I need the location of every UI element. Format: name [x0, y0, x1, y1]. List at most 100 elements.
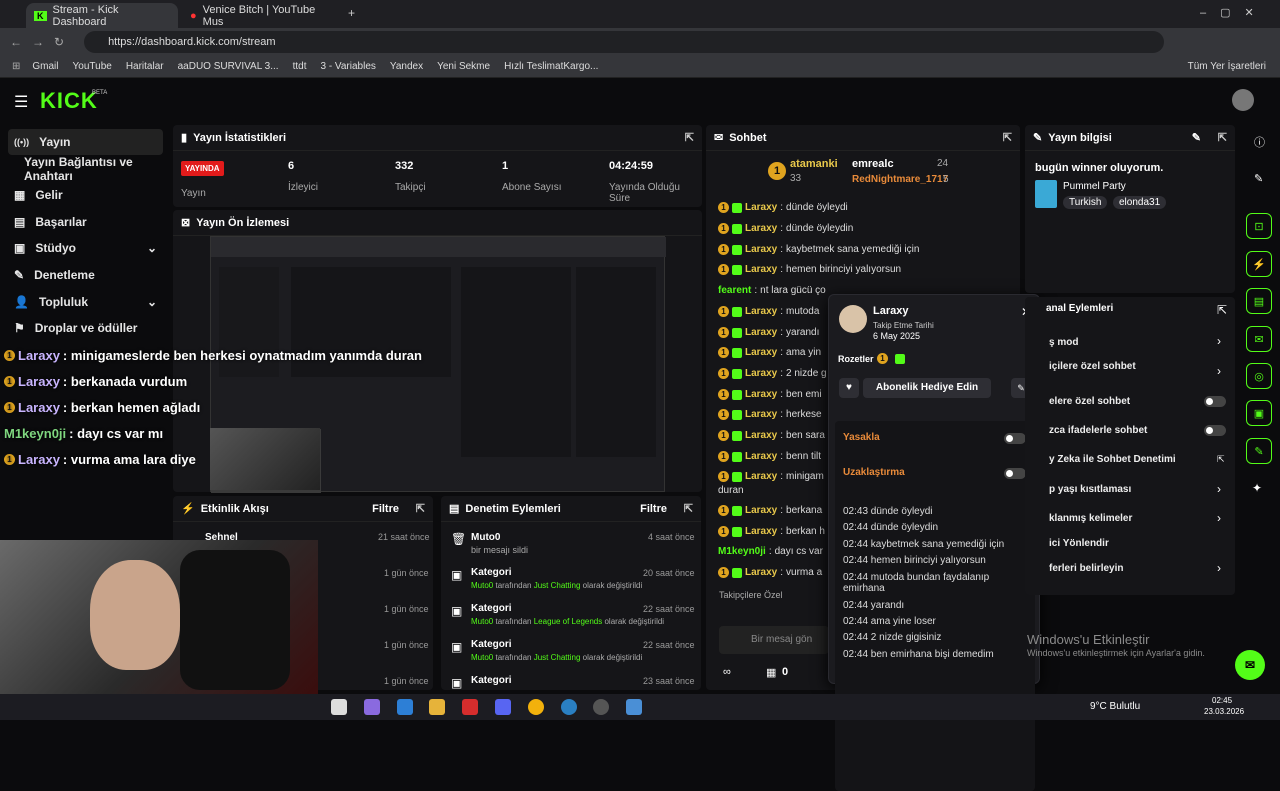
all-bookmarks[interactable]: Tüm Yer İşaretleri [1188, 61, 1266, 72]
popout-icon[interactable]: ⇱ [684, 502, 693, 515]
chat-user[interactable]: Laraxy [745, 264, 777, 275]
bookmark[interactable]: Hızlı TeslimatKargo... [504, 61, 598, 72]
heart-icon[interactable]: ♥ [839, 378, 859, 398]
chat-message[interactable]: 1 Laraxy: minigam [718, 471, 824, 482]
channel-action-item[interactable]: ferleri belirleyin [1049, 563, 1123, 574]
chat-message[interactable]: 1 Laraxy: dünde öyleydi [718, 202, 848, 213]
gift-sub-button[interactable]: Abonelik Hediye Edin [863, 378, 991, 398]
hamburger-menu-icon[interactable]: ☰ [14, 92, 28, 112]
channel-action-item[interactable]: klanmış kelimeler [1049, 513, 1132, 524]
chat-user[interactable]: Laraxy [745, 409, 777, 420]
chat-user[interactable]: Laraxy [745, 202, 777, 213]
tab-kick-dashboard[interactable]: K Stream - Kick Dashboard [26, 3, 178, 28]
channel-action-item[interactable]: ici Yönlendir [1049, 538, 1109, 549]
nav-buttons[interactable]: ←→↻ [10, 35, 74, 49]
chat-user[interactable]: Laraxy [745, 505, 777, 516]
channel-action-item[interactable]: ş mod [1049, 337, 1078, 348]
sidebar-item-topluluk[interactable]: 👤 Topluluk ⌄ [8, 289, 163, 315]
channel-action-item[interactable]: zca ifadelerle sohbet [1049, 425, 1147, 436]
sidebar-item-yayin[interactable]: ((•)) Yayın [8, 129, 163, 155]
bookmark[interactable]: 3 - Variables [320, 61, 375, 72]
bookmark[interactable]: ttdt [293, 61, 307, 72]
broadcast-tool-icon[interactable]: ◎ [1246, 363, 1272, 389]
ban-toggle[interactable] [1004, 433, 1026, 444]
chat-user[interactable]: fearent [718, 285, 751, 296]
chat-message[interactable]: 1 Laraxy: benn tilt [718, 451, 821, 462]
bookmark[interactable]: YouTube [73, 61, 112, 72]
filter-button[interactable]: Filtre [640, 503, 667, 515]
taskbar-app-icon[interactable] [364, 699, 380, 715]
kick-logo[interactable]: KICK [40, 88, 98, 114]
channel-action-item[interactable]: y Zeka ile Sohbet Denetimi [1049, 454, 1176, 465]
clock-time[interactable]: 02:45 [1212, 696, 1232, 705]
top-gifter-name[interactable]: emrealc [852, 158, 894, 170]
chat-user[interactable]: Laraxy [745, 567, 777, 578]
chrome-icon[interactable] [561, 699, 577, 715]
infinity-icon[interactable]: ∞ [723, 666, 731, 678]
chat-user[interactable]: M1keyn0ji [718, 546, 766, 557]
popout-icon[interactable]: ⇱ [1218, 131, 1227, 144]
chat-message[interactable]: 1 Laraxy: ben sara [718, 430, 825, 441]
obs-icon[interactable] [593, 699, 609, 715]
channel-action-item[interactable]: elere özel sohbet [1049, 396, 1130, 407]
game-name[interactable]: Pummel Party [1063, 181, 1126, 192]
apps-icon[interactable]: ⊞ [12, 61, 20, 72]
top-gifter-name[interactable]: RedNightmare_1717 [852, 174, 948, 185]
timeout-toggle[interactable] [1004, 468, 1026, 479]
popout-icon[interactable]: ⇱ [685, 131, 694, 144]
stream-tag[interactable]: elonda31 [1113, 196, 1167, 209]
lightning-tool-icon[interactable]: ⚡ [1246, 251, 1272, 277]
wrench-tool-icon[interactable]: ✎ [1246, 438, 1272, 464]
clock-date[interactable]: 23.03.2026 [1204, 707, 1244, 716]
chat-message[interactable]: 1 Laraxy: hemen birinciyi yalıyorsun [718, 264, 901, 275]
chat-user[interactable]: Laraxy [745, 306, 777, 317]
chevron-right-icon[interactable]: › [1217, 482, 1221, 496]
stream-tag[interactable]: Turkish [1063, 196, 1108, 209]
popout-icon[interactable]: ⇱ [1217, 303, 1227, 317]
chevron-right-icon[interactable]: › [1217, 334, 1221, 348]
sidebar-item-droplar[interactable]: ⚑ Droplar ve ödüller [8, 315, 163, 341]
folder-icon[interactable] [429, 699, 445, 715]
tab-youtube-music[interactable]: ● Venice Bitch | YouTube Mus [182, 3, 342, 28]
gift-icon[interactable]: ▦ [766, 666, 776, 679]
new-tab-button[interactable]: + [348, 6, 355, 20]
sidebar-item-stream-key[interactable]: Yayın Bağlantısı ve Anahtarı [18, 155, 168, 183]
drop-icon[interactable]: ✦ [1252, 481, 1262, 495]
toggle[interactable] [1204, 396, 1226, 407]
chat-user[interactable]: Laraxy [745, 368, 777, 379]
chat-message[interactable]: fearent: nt lara gücü ço [718, 285, 826, 296]
filter-button[interactable]: Filtre [372, 503, 399, 515]
top-gifter-name[interactable]: atamanki [790, 158, 838, 170]
chat-user[interactable]: Laraxy [745, 347, 777, 358]
chat-input[interactable]: Bir mesaj gön [719, 626, 829, 654]
chevron-right-icon[interactable]: › [1217, 511, 1221, 525]
toggle[interactable] [1204, 425, 1226, 436]
popout-icon[interactable]: ⇱ [416, 502, 425, 515]
chat-message[interactable]: M1keyn0ji: dayı cs var [718, 546, 823, 557]
taskbar-app-icon[interactable] [626, 699, 642, 715]
bookmark[interactable]: Yandex [390, 61, 423, 72]
chat-user[interactable]: Laraxy [745, 451, 777, 462]
chat-message[interactable]: 1 Laraxy: dünde öyleydin [718, 223, 853, 234]
sidebar-item-studyo[interactable]: ▣ Stüdyo ⌄ [8, 235, 163, 261]
taskbar-app-icon[interactable] [462, 699, 478, 715]
chevron-right-icon[interactable]: › [1217, 364, 1221, 378]
sidebar-item-basarilar[interactable]: ▤ Başarılar [8, 209, 163, 235]
bookmark[interactable]: Gmail [32, 61, 58, 72]
bookmark[interactable]: Yeni Sekme [437, 61, 490, 72]
bookmark[interactable]: Haritalar [126, 61, 164, 72]
chat-message[interactable]: 1 Laraxy: herkese [718, 409, 822, 420]
chrome-icon[interactable] [528, 699, 544, 715]
window-controls[interactable]: –▢✕ [1200, 6, 1268, 19]
popout-icon[interactable]: ⇱ [1003, 131, 1012, 144]
channel-action-item[interactable]: p yaşı kısıtlaması [1049, 484, 1131, 495]
taskbar-app-icon[interactable] [397, 699, 413, 715]
chat-message[interactable]: 1 Laraxy: yarandı [718, 327, 819, 338]
layout-tool-icon[interactable]: ▣ [1246, 400, 1272, 426]
channel-action-item[interactable]: içilere özel sohbet [1049, 361, 1136, 372]
chat-message[interactable]: 1 Laraxy: berkan h [718, 526, 825, 537]
chat-message[interactable]: 1 Laraxy: 2 nizde g [718, 368, 827, 379]
chat-user[interactable]: Laraxy [745, 526, 777, 537]
chat-user[interactable]: Laraxy [745, 223, 777, 234]
discord-icon[interactable] [495, 699, 511, 715]
